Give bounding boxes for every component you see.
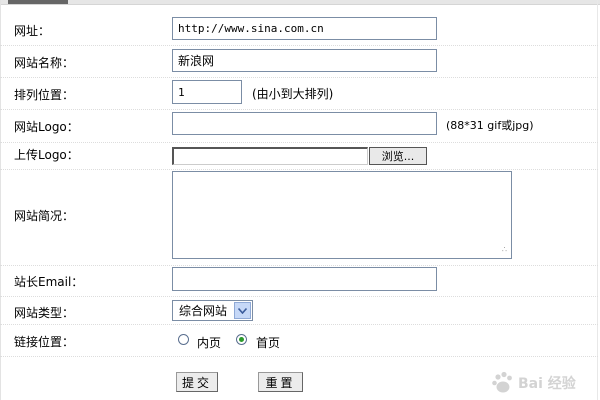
site-type-selected: 综合网站	[179, 304, 228, 318]
radio-home-page[interactable]	[236, 334, 247, 345]
site-name-input[interactable]: 新浪网	[172, 49, 437, 72]
file-picker: 浏览...	[172, 147, 430, 166]
url-input[interactable]: http://www.sina.com.cn	[172, 17, 437, 40]
site-type-label: 网站类型：	[14, 306, 75, 320]
reset-button[interactable]: 重置	[258, 372, 303, 392]
baidu-watermark: Bai 经验	[488, 370, 590, 396]
order-input[interactable]: 1	[172, 80, 242, 104]
link-position-label: 链接位置：	[14, 335, 75, 349]
description-textarea[interactable]: ∴	[172, 171, 512, 259]
baidu-paw-icon	[492, 371, 512, 393]
order-hint: (由小到大排列)	[252, 87, 334, 101]
top-tab-marker	[8, 0, 68, 4]
top-border	[0, 0, 600, 5]
email-row: 站长Email：	[0, 265, 598, 297]
link-position-row: 链接位置：	[0, 324, 598, 357]
email-input[interactable]	[172, 267, 437, 291]
logo-url-hint: (88*31 gif或jpg)	[446, 119, 534, 132]
logo-url-row: 网站Logo： (88*31 gif或jpg)	[0, 109, 598, 143]
chevron-down-icon[interactable]	[234, 302, 251, 319]
watermark-text: Bai 经验	[518, 376, 576, 392]
order-row: 排列位置： 1 (由小到大排列)	[0, 77, 598, 110]
url-label: 网址：	[14, 24, 51, 38]
logo-url-input[interactable]	[172, 112, 437, 135]
site-type-select[interactable]: 综合网站	[172, 300, 253, 321]
radio-inner-page-label: 内页	[197, 336, 222, 350]
file-path-input[interactable]	[172, 147, 368, 165]
site-name-label: 网站名称：	[14, 56, 75, 70]
upload-logo-label: 上传Logo：	[14, 148, 79, 162]
order-label: 排列位置：	[14, 88, 75, 102]
site-name-row: 网站名称： 新浪网	[0, 45, 598, 78]
submit-button[interactable]: 提交	[176, 372, 218, 392]
url-row: 网址： http://www.sina.com.cn	[0, 12, 598, 46]
browse-button[interactable]: 浏览...	[369, 147, 427, 165]
resize-grip-icon[interactable]: ∴	[502, 246, 507, 254]
logo-url-label: 网站Logo：	[14, 120, 79, 134]
description-label: 网站简况：	[14, 209, 75, 223]
site-type-row: 网站类型：	[0, 296, 598, 325]
radio-inner-page[interactable]	[178, 334, 189, 345]
email-label: 站长Email：	[14, 275, 84, 289]
radio-home-page-label: 首页	[256, 336, 281, 350]
